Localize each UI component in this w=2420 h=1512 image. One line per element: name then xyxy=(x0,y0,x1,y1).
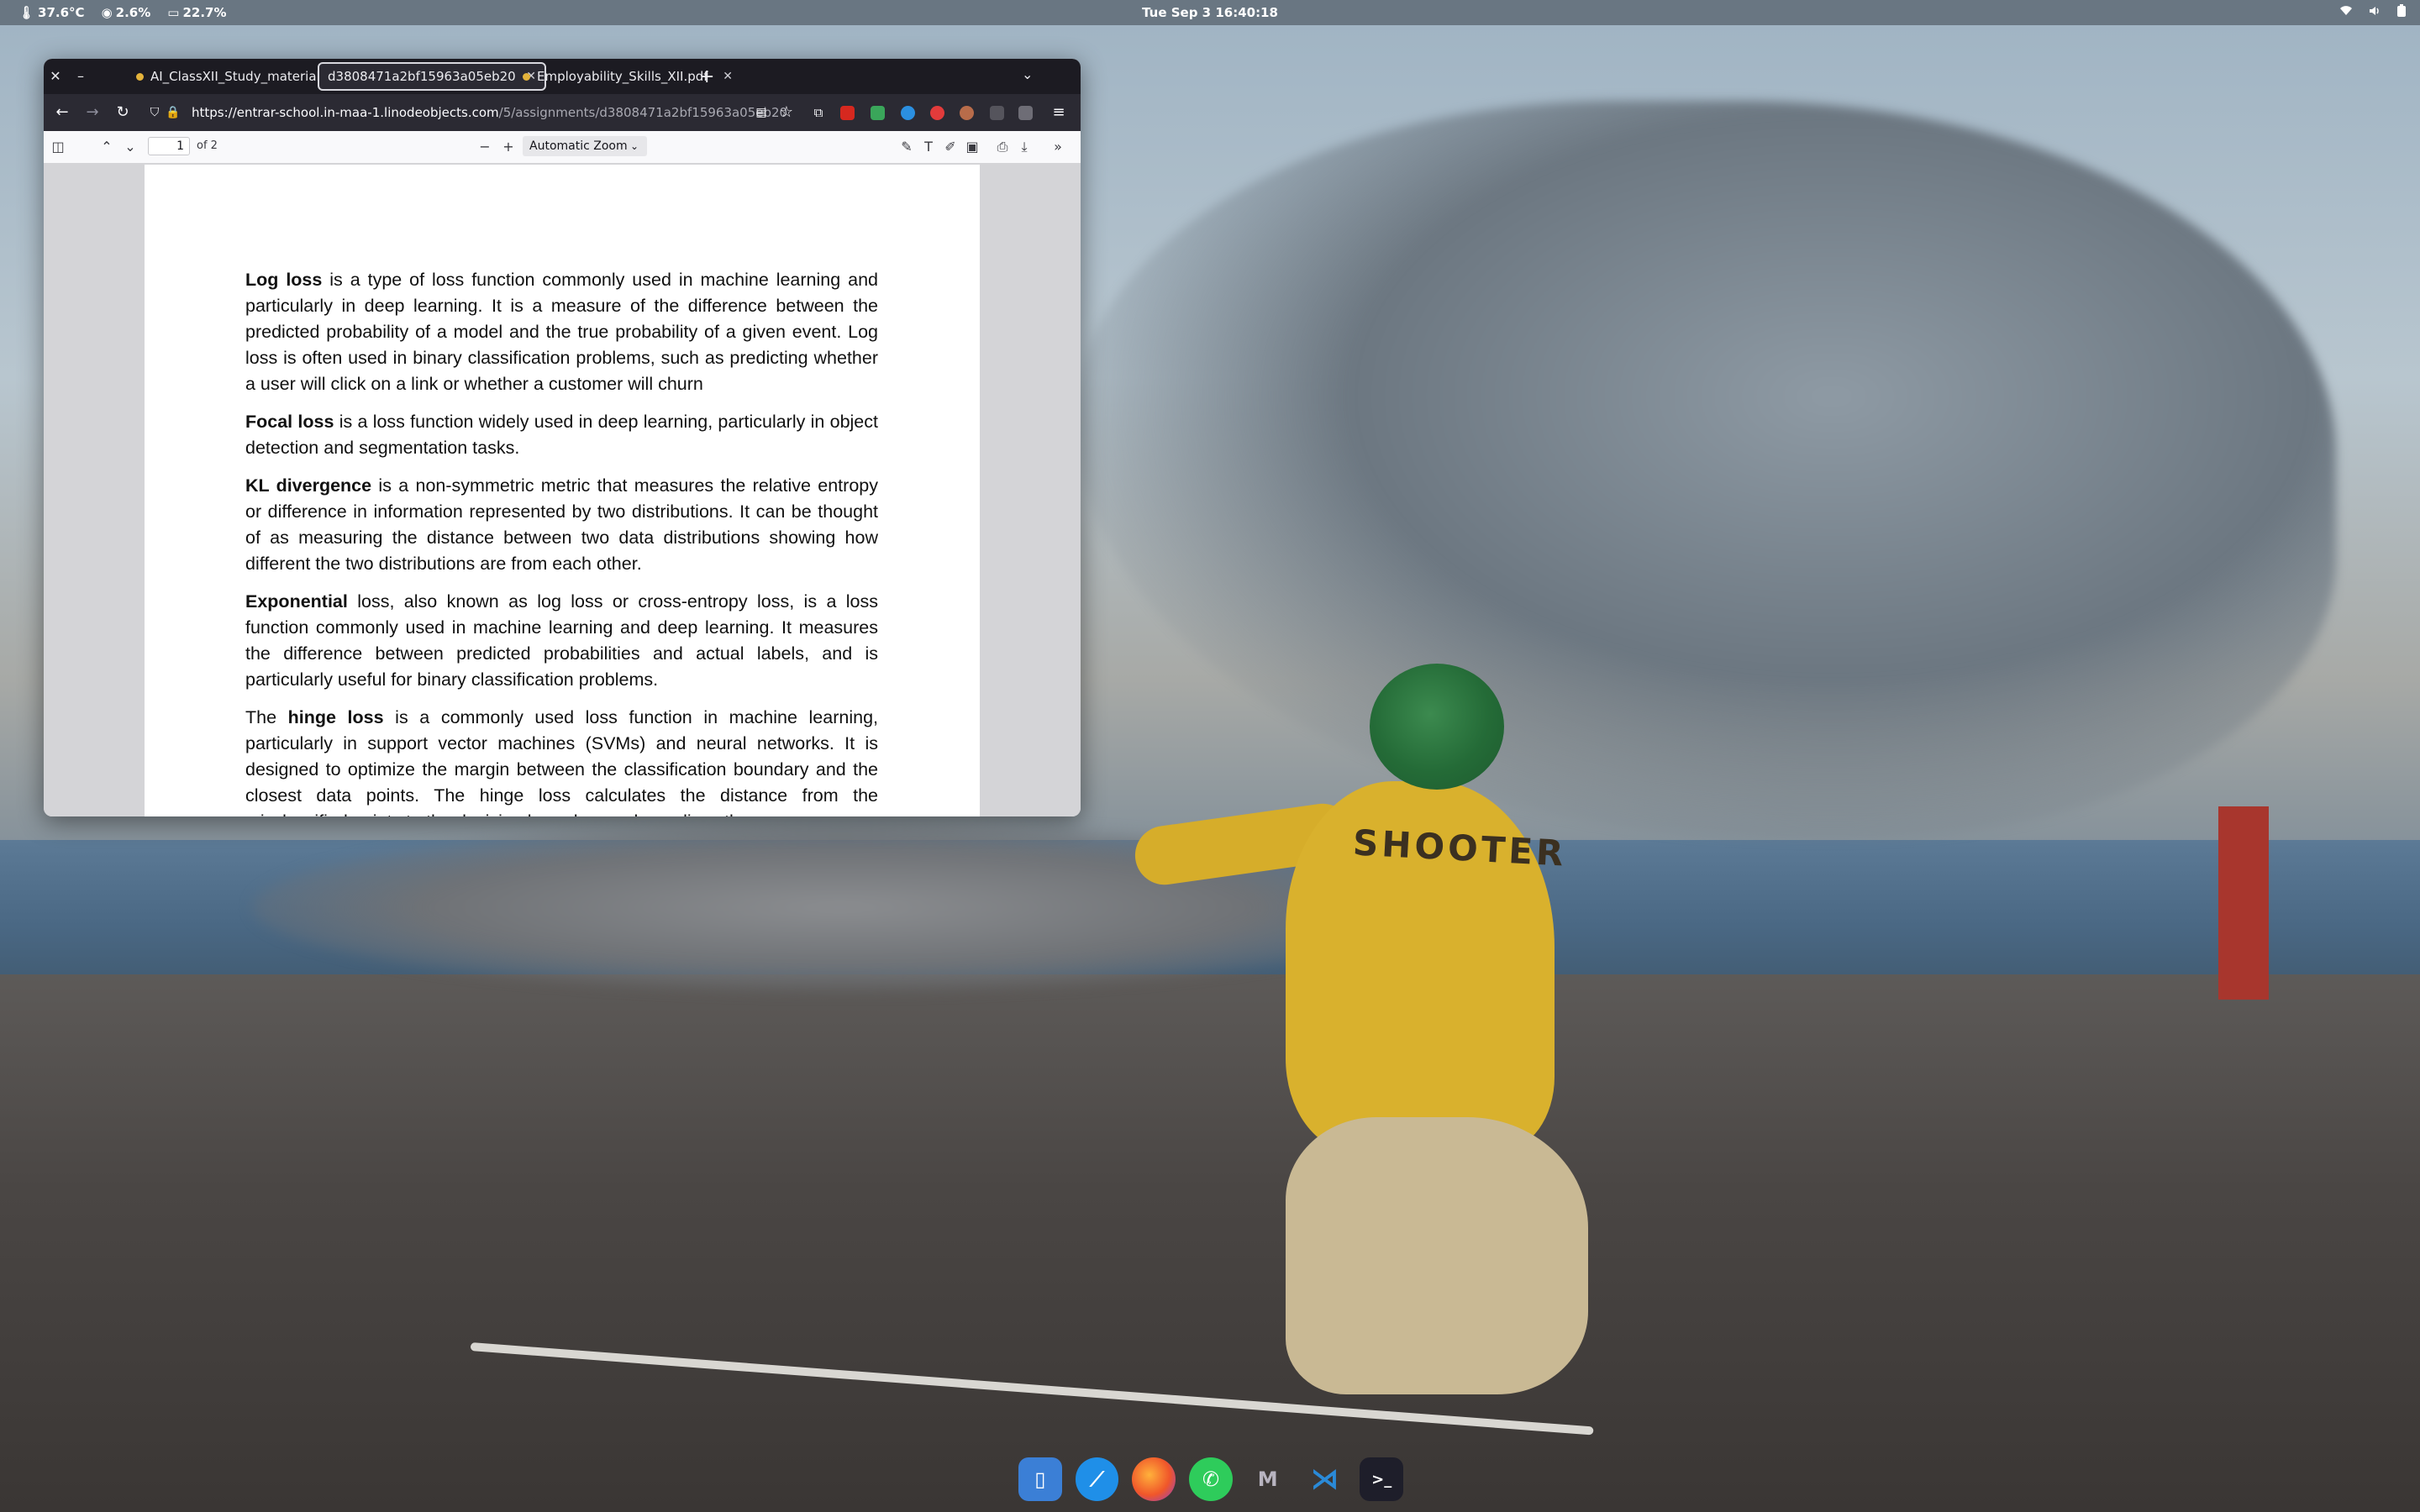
firefox-icon[interactable] xyxy=(1132,1457,1176,1501)
draw-icon[interactable]: ✐ xyxy=(941,138,960,156)
url-bar[interactable]: https://entrar-school.in-maa-1.linodeobj… xyxy=(192,101,788,124)
forward-icon[interactable]: → xyxy=(82,102,103,123)
tab-bar: ✕ – AI_ClassXII_Study_material ✕ d380847… xyxy=(44,59,1081,94)
pdf-viewer[interactable]: Log loss is a type of loss function comm… xyxy=(44,163,1081,816)
blue-ext-icon[interactable] xyxy=(901,106,915,120)
wallpaper-helmet xyxy=(1370,664,1504,790)
print-icon[interactable]: ⎙ xyxy=(993,138,1012,156)
profile-ext-icon[interactable] xyxy=(960,106,974,120)
list-tabs-icon[interactable]: ⌄ xyxy=(1022,66,1033,82)
nav-bar: ← → ↻ ⛉ 🔒 https://entrar-school.in-maa-1… xyxy=(44,94,1081,131)
wallpaper-pants xyxy=(1286,1117,1588,1394)
term-exponential: Exponential xyxy=(245,591,348,612)
wifi-icon[interactable] xyxy=(2339,4,2353,21)
zoom-in-icon[interactable]: + xyxy=(499,138,518,156)
whatsapp-icon[interactable]: ✆ xyxy=(1189,1457,1233,1501)
status-tray[interactable] xyxy=(2339,4,2407,21)
s-ext-icon[interactable] xyxy=(930,106,944,120)
bookmark-star-icon[interactable]: ☆ xyxy=(776,102,797,123)
extensions-puzzle-icon[interactable]: ⧉ xyxy=(808,102,829,123)
vscode-icon[interactable]: ⋊ xyxy=(1303,1457,1347,1501)
text-annotation-icon[interactable]: T xyxy=(919,138,938,156)
zoom-out-icon[interactable]: − xyxy=(476,138,494,156)
term-hinge-loss: hinge loss xyxy=(287,707,384,727)
close-window-icon[interactable]: ✕ xyxy=(47,68,64,85)
dock: ▯ ⟋ ✆ M ⋊ >_ xyxy=(1018,1452,1404,1507)
tools-overflow-icon[interactable]: » xyxy=(1049,138,1067,156)
next-page-icon[interactable]: ⌄ xyxy=(121,138,139,156)
save-icon[interactable]: ⤓ xyxy=(1015,138,1034,156)
tab-assignment-pdf[interactable]: d3808471a2bf15963a05eb20 ✕ xyxy=(318,62,546,91)
green-ext-icon[interactable] xyxy=(871,106,885,120)
terminal-icon[interactable]: >_ xyxy=(1360,1457,1404,1501)
tracking-shield-icon[interactable]: ⛉ xyxy=(145,102,165,123)
previous-page-icon[interactable]: ⌃ xyxy=(97,138,116,156)
pdf-toolbar: ◫ ⌃ ⌄ 1 of 2 − + Automatic Zoom ⌄ ✎ T ✐ … xyxy=(44,131,1081,164)
chevron-down-icon: ⌄ xyxy=(629,140,639,152)
page-number-input[interactable]: 1 xyxy=(148,137,190,155)
system-topbar: 🌡 37.6°C ◉ 2.6% ▭ 22.7% Tue Sep 3 16:40:18 xyxy=(0,0,2420,25)
term-kl-divergence: KL divergence xyxy=(245,475,372,496)
help-ext-icon[interactable] xyxy=(1018,106,1033,120)
paragraph-exponential-loss: Exponential loss, also known as log loss… xyxy=(245,591,878,690)
pdf-page-content: Log loss is a type of loss function comm… xyxy=(245,267,878,816)
files-icon[interactable]: ▯ xyxy=(1018,1457,1062,1501)
pdf-page: Log loss is a type of loss function comm… xyxy=(145,165,980,816)
wallpaper-tower xyxy=(2218,806,2269,1000)
sidebar-toggle-icon[interactable]: ◫ xyxy=(49,138,67,156)
paragraph-kl-divergence: KL divergence is a non-symmetric metric … xyxy=(245,475,878,574)
back-icon[interactable]: ← xyxy=(52,102,72,123)
tab-favicon-icon xyxy=(136,72,144,81)
clock[interactable]: Tue Sep 3 16:40:18 xyxy=(0,5,2420,20)
term-focal-loss: Focal loss xyxy=(245,412,334,432)
volume-icon[interactable] xyxy=(2368,4,2381,21)
reader-view-icon[interactable]: ▤ xyxy=(751,102,771,123)
page-count: of 2 xyxy=(197,139,218,152)
reload-icon[interactable]: ↻ xyxy=(113,102,133,123)
term-log-loss: Log loss xyxy=(245,270,323,290)
ublock-icon[interactable] xyxy=(840,106,855,120)
safari-icon[interactable]: ⟋ xyxy=(1075,1457,1119,1501)
zoom-select[interactable]: Automatic Zoom ⌄ xyxy=(523,136,647,156)
glasses-ext-icon[interactable] xyxy=(990,106,1004,120)
paragraph-hinge-loss: The hinge loss is a commonly used loss f… xyxy=(245,707,878,816)
new-tab-icon[interactable]: + xyxy=(699,66,714,87)
tab-favicon-icon xyxy=(523,72,530,81)
wallpaper-shooter-figure: SHOOTER xyxy=(1118,664,1588,1420)
browser-window[interactable]: ✕ – AI_ClassXII_Study_material ✕ d380847… xyxy=(44,59,1081,816)
close-tab-icon[interactable]: ✕ xyxy=(723,70,733,83)
paragraph-focal-loss: Focal loss is a loss function widely use… xyxy=(245,412,878,458)
app-m-icon[interactable]: M xyxy=(1246,1457,1290,1501)
lock-icon[interactable]: 🔒 xyxy=(163,102,183,123)
add-image-icon[interactable]: ▣ xyxy=(963,138,981,156)
minimize-window-icon[interactable]: – xyxy=(72,68,89,85)
battery-icon[interactable] xyxy=(2396,4,2407,21)
highlight-icon[interactable]: ✎ xyxy=(897,138,916,156)
app-menu-icon[interactable]: ≡ xyxy=(1049,102,1069,123)
paragraph-log-loss: Log loss is a type of loss function comm… xyxy=(245,270,878,394)
